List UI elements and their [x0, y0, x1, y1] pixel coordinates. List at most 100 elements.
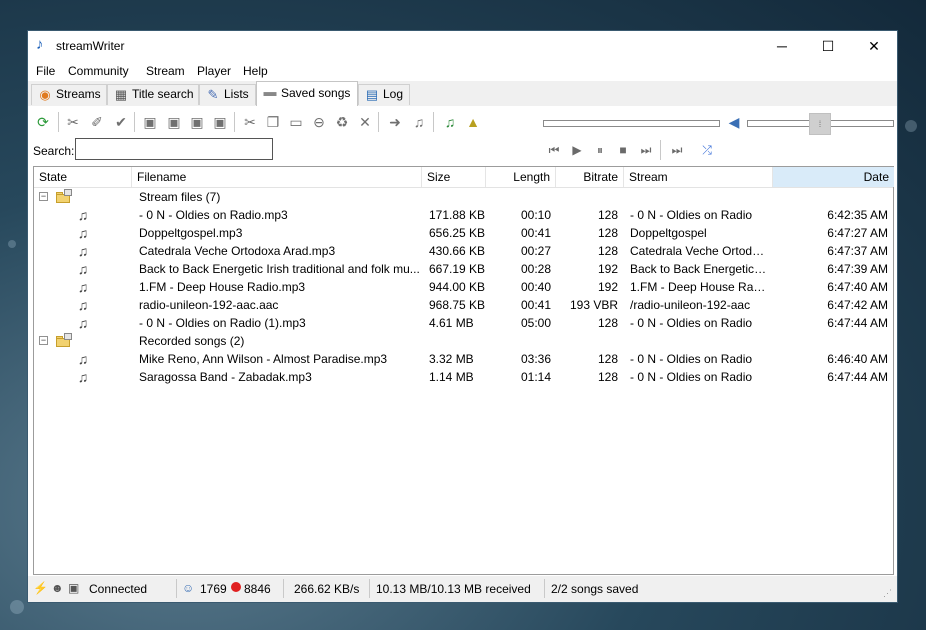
- rename-icon[interactable]: ▭: [287, 113, 305, 131]
- recycle-icon[interactable]: ♻: [333, 113, 351, 131]
- column-header-filename[interactable]: Filename: [132, 167, 422, 187]
- column-header-state[interactable]: State: [34, 167, 132, 187]
- column-header-length[interactable]: Length: [486, 167, 556, 187]
- list-item[interactable]: ♫ Doppeltgospel.mp3 656.25 KB 00:41 128 Doppe…: [34, 224, 893, 242]
- music-file-icon: ♫: [77, 225, 89, 241]
- add-to-ignorelist-icon[interactable]: ▲: [464, 113, 482, 131]
- close-button[interactable]: ✕: [851, 31, 897, 61]
- cell-stream: - 0 N - Oldies on Radio: [630, 316, 753, 330]
- list-item[interactable]: ♫ Saragossa Band - Zabadak.mp3 1.14 MB 01:1…: [34, 368, 893, 386]
- group-row[interactable]: − Recorded songs (2): [34, 332, 893, 350]
- stop-icon[interactable]: ■: [615, 143, 631, 157]
- title-bar: ♪ streamWriter ─ ☐ ✕: [28, 31, 897, 61]
- collapse-toggle[interactable]: −: [39, 192, 48, 201]
- menu-player[interactable]: Player: [197, 64, 231, 78]
- cell-date: 6:47:37 AM: [827, 244, 888, 258]
- list-item[interactable]: ♫ Catedrala Veche Ortodoxa Arad.mp3 430.66…: [34, 242, 893, 260]
- drive-icon: ▬: [263, 84, 277, 99]
- server-icon: ▣: [68, 581, 80, 595]
- list-item[interactable]: ♫ Back to Back Energetic Irish traditiona…: [34, 260, 893, 278]
- seek-slider[interactable]: [543, 120, 720, 127]
- cell-filename: Back to Back Energetic Irish traditional…: [139, 262, 420, 276]
- cell-stream: - 0 N - Oldies on Radio: [630, 370, 753, 384]
- menu-file[interactable]: File: [36, 64, 55, 78]
- properties-icon[interactable]: ♫: [410, 113, 428, 131]
- cut-icon[interactable]: ✂: [241, 113, 259, 131]
- toolbar-separator: [433, 112, 434, 132]
- volume-slider-thumb[interactable]: ⁞: [809, 113, 831, 135]
- cell-filename: - 0 N - Oldies on Radio (1).mp3: [139, 316, 306, 330]
- list-item[interactable]: ♫ - 0 N - Oldies on Radio (1).mp3 4.61 MB 0…: [34, 314, 893, 332]
- cell-stream: /radio-unileon-192-aac: [630, 298, 751, 312]
- save-to-file-icon[interactable]: ▣: [141, 113, 159, 131]
- tab-log[interactable]: ▤ Log: [358, 84, 410, 105]
- cell-stream: Back to Back Energetic Ir...: [630, 262, 767, 276]
- minimize-button[interactable]: ─: [759, 31, 805, 61]
- delete-icon[interactable]: ✕: [356, 113, 374, 131]
- search-input[interactable]: [75, 138, 273, 160]
- folder-icon: [56, 189, 72, 203]
- menu-help[interactable]: Help: [243, 64, 268, 78]
- cell-length: 00:28: [520, 262, 551, 276]
- cut-song-icon[interactable]: ✂: [64, 113, 82, 131]
- cell-date: 6:47:44 AM: [827, 370, 888, 384]
- pause-icon[interactable]: ⏸: [592, 143, 608, 157]
- column-header-stream[interactable]: Stream: [624, 167, 773, 187]
- resize-grip-icon[interactable]: ⋰: [883, 588, 893, 598]
- add-to-wishlist-icon[interactable]: ♫: [441, 113, 459, 131]
- cell-size: 430.66 KB: [429, 244, 486, 258]
- music-file-icon: ♫: [77, 351, 89, 367]
- cell-date: 6:46:40 AM: [827, 352, 888, 366]
- maximize-button[interactable]: ☐: [805, 31, 851, 61]
- cell-filename: - 0 N - Oldies on Radio.mp3: [139, 208, 288, 222]
- previous-icon[interactable]: ⏮: [546, 143, 562, 157]
- cell-filename: Saragossa Band - Zabadak.mp3: [139, 370, 312, 384]
- collapse-toggle[interactable]: −: [39, 336, 48, 345]
- list-item[interactable]: ♫ Mike Reno, Ann Wilson - Almost Paradise…: [34, 350, 893, 368]
- group-row[interactable]: − Stream files (7): [34, 188, 893, 206]
- column-header-bitrate[interactable]: Bitrate: [556, 167, 624, 187]
- window-title: streamWriter: [56, 39, 125, 53]
- music-file-icon: ♫: [77, 243, 89, 259]
- list-item[interactable]: ♫ 1.FM - Deep House Radio.mp3 944.00 KB 00:…: [34, 278, 893, 296]
- refresh-icon[interactable]: ⟳: [34, 113, 52, 131]
- tab-streams[interactable]: ◉ Streams: [31, 84, 107, 105]
- speaker-icon[interactable]: ◀: [725, 113, 743, 131]
- list-item[interactable]: ♫ radio-unileon-192-aac.aac 968.75 KB 00:41…: [34, 296, 893, 314]
- user-icon: ☻: [51, 581, 64, 595]
- cell-length: 00:41: [520, 298, 551, 312]
- play-all-icon[interactable]: ⏭: [669, 143, 685, 157]
- menu-stream[interactable]: Stream: [146, 64, 185, 78]
- column-header-date[interactable]: Date: [773, 167, 894, 187]
- saved-songs-list[interactable]: State Filename Size Length Bitrate Strea…: [33, 166, 894, 575]
- edit-tags-icon[interactable]: ✐: [88, 113, 106, 131]
- show-file-icon[interactable]: ➜: [386, 113, 404, 131]
- copy-icon[interactable]: ❐: [264, 113, 282, 131]
- import-files-icon[interactable]: ▣: [188, 113, 206, 131]
- remove-icon[interactable]: ⊖: [310, 113, 328, 131]
- finalize-icon[interactable]: ✔: [112, 113, 130, 131]
- cell-bitrate: 128: [597, 208, 618, 222]
- play-icon[interactable]: ▶: [569, 143, 585, 157]
- record-dot-icon: [231, 582, 241, 592]
- app-window: ♪ streamWriter ─ ☐ ✕ File Community Stre…: [27, 30, 898, 603]
- tab-lists[interactable]: ✎ Lists: [199, 84, 256, 105]
- cell-bitrate: 128: [597, 226, 618, 240]
- next-icon[interactable]: ⏭: [638, 143, 654, 157]
- cell-filename: Doppeltgospel.mp3: [139, 226, 243, 240]
- list-item[interactable]: ♫ - 0 N - Oldies on Radio.mp3 171.88 KB 00:…: [34, 206, 893, 224]
- music-file-icon: ♫: [77, 369, 89, 385]
- copy-to-file-icon[interactable]: ▣: [165, 113, 183, 131]
- cell-stream: Doppeltgospel: [630, 226, 707, 240]
- tab-label: Log: [383, 87, 404, 101]
- column-header-size[interactable]: Size: [422, 167, 486, 187]
- tab-title-search[interactable]: ▦ Title search: [107, 84, 199, 105]
- cell-date: 6:42:35 AM: [827, 208, 888, 222]
- shuffle-icon[interactable]: ⤮: [699, 143, 715, 157]
- cell-length: 05:00: [520, 316, 551, 330]
- export-files-icon[interactable]: ▣: [211, 113, 229, 131]
- tab-saved-songs[interactable]: ▬ Saved songs: [256, 81, 358, 106]
- cell-bitrate: 192: [597, 262, 618, 276]
- menu-community[interactable]: Community: [68, 64, 129, 78]
- status-separator: [369, 579, 370, 598]
